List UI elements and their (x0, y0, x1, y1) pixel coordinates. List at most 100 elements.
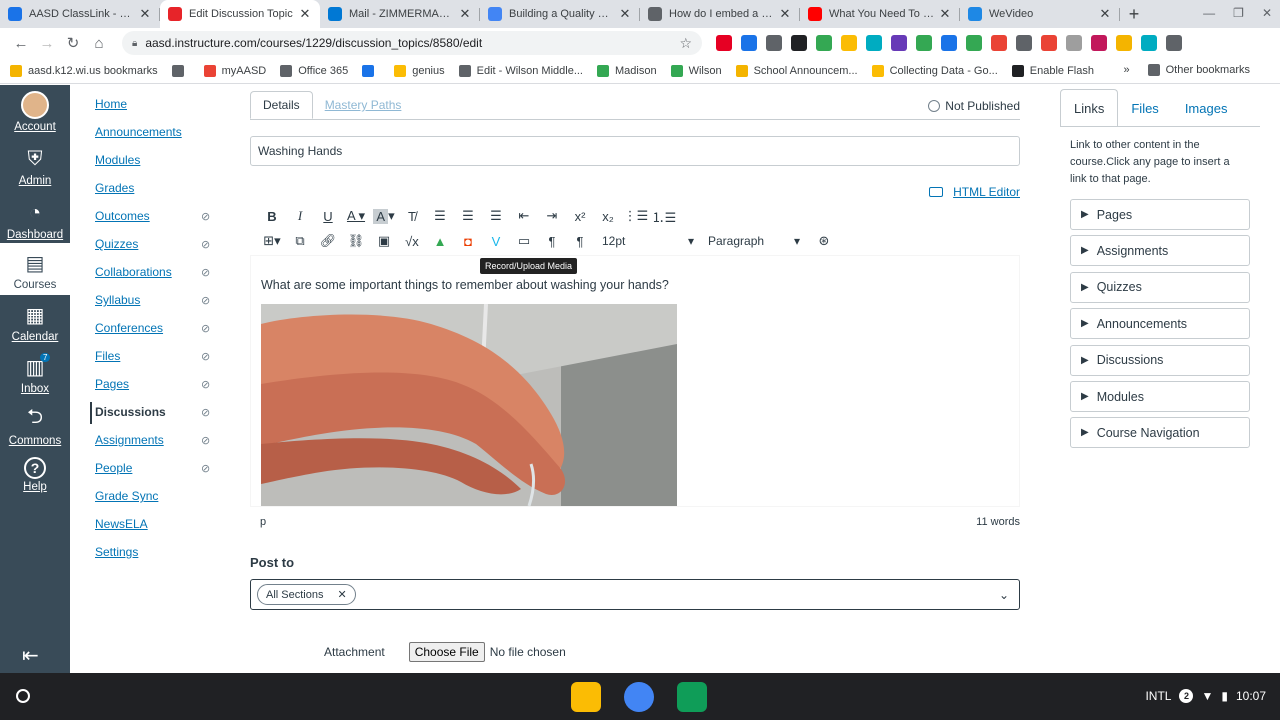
close-tab-icon[interactable]: ✕ (618, 6, 632, 22)
extension-icon[interactable] (966, 35, 982, 51)
launcher-icon[interactable] (16, 689, 30, 703)
sidebar-section-course-navigation[interactable]: ▶︎ Course Navigation (1070, 417, 1250, 449)
bookmark-item[interactable]: Collecting Data - Go... (871, 64, 998, 77)
bookmark-item[interactable]: Madison (597, 64, 657, 77)
tab-details[interactable]: Details (250, 91, 313, 119)
tab-mastery-paths[interactable]: Mastery Paths (313, 91, 414, 119)
browser-tab[interactable]: Mail - ZIMMERMANN, B ✕ (320, 0, 480, 28)
tab-files[interactable]: Files (1118, 89, 1171, 127)
superscript-icon[interactable]: x² (566, 205, 594, 227)
extension-icon[interactable] (791, 35, 807, 51)
course-nav-home[interactable]: Home (95, 97, 127, 111)
extension-icon[interactable] (766, 35, 782, 51)
course-nav-discussions[interactable]: Discussions (95, 405, 166, 419)
course-nav-syllabus[interactable]: Syllabus (95, 293, 140, 307)
text-color-icon[interactable]: A ▾ (342, 205, 370, 227)
choose-file-button[interactable]: Choose File (408, 642, 485, 662)
course-nav-files[interactable]: Files (95, 349, 120, 363)
course-nav-assignments[interactable]: Assignments (95, 433, 164, 447)
bookmark-item[interactable]: Office 365 (280, 64, 348, 77)
sidebar-section-pages[interactable]: ▶︎ Pages (1070, 199, 1250, 230)
extension-icon[interactable] (1066, 35, 1082, 51)
link-icon[interactable]: 🔗︎ (314, 230, 342, 252)
bookmark-item[interactable]: School Announcem... (735, 64, 858, 77)
maximize-icon[interactable]: ❐ (1233, 6, 1244, 20)
extension-icon[interactable] (716, 35, 732, 51)
tab-images[interactable]: Images (1172, 89, 1241, 127)
indent-icon[interactable]: ⇥ (538, 205, 566, 227)
sidebar-section-discussions[interactable]: ▶︎ Discussions (1070, 344, 1250, 376)
chrome-app-icon[interactable] (624, 682, 654, 712)
extension-icon[interactable] (891, 35, 907, 51)
numbered-list-icon[interactable]: ⒈☰ (650, 205, 678, 227)
home-icon[interactable]: ⌂ (86, 30, 112, 56)
ltr-icon[interactable]: ¶ (538, 230, 566, 252)
forward-icon[interactable]: → (34, 30, 60, 56)
global-nav-courses[interactable]: ▤ Courses (0, 243, 70, 295)
equation-icon[interactable]: √x (398, 230, 426, 252)
rich-content-editor[interactable]: What are some important things to rememb… (250, 255, 1020, 507)
extension-icon[interactable] (841, 35, 857, 51)
new-tab-button[interactable]: + (1120, 0, 1148, 28)
other-bookmarks[interactable]: Other bookmarks (1147, 64, 1250, 76)
sidebar-section-quizzes[interactable]: ▶︎ Quizzes (1070, 271, 1250, 303)
bookmark-item[interactable]: Wilson (670, 64, 722, 77)
global-nav-calendar[interactable]: ▦ Calendar (0, 301, 70, 344)
global-nav-account[interactable]: Account (0, 91, 70, 133)
course-nav-grades[interactable]: Grades (95, 181, 134, 195)
close-tab-icon[interactable]: ✕ (1098, 6, 1112, 22)
classroom-app-icon[interactable] (677, 682, 707, 712)
more-bookmarks-icon[interactable]: » (1124, 64, 1130, 76)
bookmark-star-icon[interactable]: ☆ (679, 35, 692, 52)
background-color-icon[interactable]: A ▾ (370, 205, 398, 227)
close-tab-icon[interactable]: ✕ (778, 6, 792, 22)
align-right-icon[interactable]: ☰ (482, 205, 510, 227)
remove-chip-icon[interactable]: ✕ (337, 588, 346, 601)
global-nav-inbox[interactable]: ▥ 7 Inbox (0, 353, 70, 395)
sidebar-section-announcements[interactable]: ▶︎ Announcements (1070, 308, 1250, 340)
close-window-icon[interactable]: ✕ (1262, 6, 1272, 20)
global-nav-commons[interactable]: ⮌ Commons (0, 405, 70, 447)
clear-formatting-icon[interactable]: T̸ (398, 205, 426, 227)
html-editor-link[interactable]: HTML Editor (929, 185, 1020, 199)
course-nav-modules[interactable]: Modules (95, 153, 140, 167)
close-tab-icon[interactable]: ✕ (458, 6, 472, 22)
extension-icon[interactable] (1016, 35, 1032, 51)
extension-icon[interactable] (1041, 35, 1057, 51)
tab-links[interactable]: Links (1060, 89, 1119, 127)
record-media-icon[interactable]: ▭ (510, 230, 538, 252)
vimeo-icon[interactable]: V (482, 230, 510, 252)
chevron-down-icon[interactable]: ⌄ (999, 588, 1009, 602)
accessibility-icon[interactable]: ⊛ (810, 230, 838, 252)
global-nav-admin[interactable]: ⛨ Admin (0, 145, 70, 188)
course-nav-outcomes[interactable]: Outcomes (95, 209, 150, 223)
embed-icon[interactable]: ⧉ (286, 230, 314, 252)
bookmark-item[interactable]: genius (394, 64, 445, 77)
minimize-icon[interactable]: — (1203, 6, 1215, 20)
align-left-icon[interactable]: ☰ (426, 205, 454, 227)
ime-indicator[interactable]: INTL (1145, 689, 1171, 703)
bookmark-item[interactable] (171, 64, 190, 77)
browser-tab[interactable]: What You Need To Know ✕ (800, 0, 960, 28)
unlink-icon[interactable]: ⛓︎ (342, 230, 370, 252)
course-nav-pages[interactable]: Pages (95, 377, 129, 391)
browser-tab[interactable]: Edit Discussion Topic ✕ (160, 0, 320, 28)
browser-tab[interactable]: Building a Quality Digital ✕ (480, 0, 640, 28)
course-nav-grade-sync[interactable]: Grade Sync (95, 489, 158, 503)
global-nav-dashboard[interactable]: ◔ Dashboard (0, 199, 70, 242)
extension-icon[interactable] (941, 35, 957, 51)
rtl-icon[interactable]: ¶ (566, 230, 594, 252)
course-nav-settings[interactable]: Settings (95, 545, 138, 559)
keep-app-icon[interactable] (571, 682, 601, 712)
bookmark-item[interactable]: Enable Flash (1011, 64, 1094, 77)
italic-icon[interactable]: I (286, 205, 314, 227)
extension-icon[interactable] (816, 35, 832, 51)
global-nav-help[interactable]: ? Help (0, 457, 70, 493)
table-icon[interactable]: ⊞▾ (258, 230, 286, 252)
sidebar-section-modules[interactable]: ▶︎ Modules (1070, 381, 1250, 412)
bookmark-item[interactable] (362, 64, 380, 77)
browser-tab[interactable]: AASD ClassLink - My Apps ✕ (0, 0, 160, 28)
subscript-icon[interactable]: x₂ (594, 205, 622, 227)
sections-select[interactable]: All Sections ✕ ⌄ (250, 579, 1020, 610)
bookmark-item[interactable]: myAASD (203, 64, 266, 77)
